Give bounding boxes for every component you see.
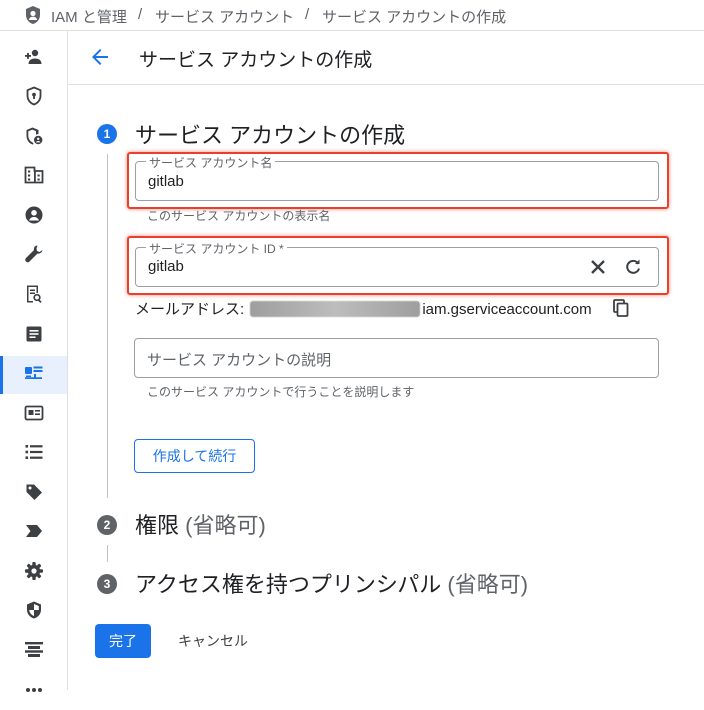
email-label: メールアドレス: [135, 301, 245, 318]
email-domain: iam.gserviceaccount.com [422, 301, 592, 318]
wrench-icon [24, 244, 44, 269]
shield-lock-icon [25, 86, 43, 111]
tag-icon [25, 483, 43, 506]
step-1-number: 1 [97, 124, 117, 144]
step-connector [107, 545, 108, 562]
step-3-optional: (省略可) [447, 572, 529, 597]
sidebar-item-list[interactable] [0, 435, 67, 473]
breadcrumb-product[interactable]: IAM と管理 [51, 6, 127, 27]
step-connector [107, 154, 108, 498]
sidebar-item-wrench[interactable] [0, 237, 67, 275]
sidebar-item-person-add[interactable] [0, 40, 67, 78]
step-2-title-text: 権限 [135, 513, 180, 538]
service-account-id-label: サービス アカウント ID * [146, 240, 287, 257]
sidebar-item-settings[interactable] [0, 554, 67, 592]
breadcrumb-separator: / [305, 6, 310, 23]
label-arrow-icon [25, 523, 43, 544]
sidebar-item-shield-person[interactable] [0, 119, 67, 157]
receipt-search-icon [25, 284, 43, 309]
step-2-optional: (省略可) [185, 513, 266, 538]
sidebar-item-more[interactable] [0, 672, 67, 710]
service-account-description-hint: このサービス アカウントで行うことを説明します [147, 385, 415, 399]
redacted-project-id [250, 301, 421, 317]
breadcrumb-separator: / [138, 6, 143, 23]
back-arrow-icon[interactable] [88, 45, 112, 69]
account-circle-icon [24, 205, 44, 230]
copy-icon[interactable] [609, 296, 633, 320]
service-account-name-value[interactable]: gitlab [148, 173, 184, 190]
step-3-number: 3 [97, 574, 117, 594]
domain-icon [24, 166, 44, 189]
refresh-icon[interactable] [621, 255, 645, 279]
sidebar-item-id-card[interactable] [0, 396, 67, 434]
shield-person-icon [24, 126, 44, 151]
sidebar-item-labels[interactable] [0, 514, 67, 552]
create-and-continue-button[interactable]: 作成して続行 [134, 439, 255, 473]
sidebar-item-table[interactable] [0, 633, 67, 671]
sidebar-item-tags[interactable] [0, 475, 67, 513]
step-3-title[interactable]: アクセス権を持つプリンシパル (省略可) [135, 567, 528, 599]
step-3-title-text: アクセス権を持つプリンシパル [135, 572, 442, 597]
sidebar-item-security[interactable] [0, 593, 67, 631]
step-1-title: サービス アカウントの作成 [135, 123, 406, 148]
sidebar-item-domain[interactable] [0, 158, 67, 196]
sidebar-item-account[interactable] [0, 198, 67, 236]
sidebar-item-document[interactable] [0, 317, 67, 355]
service-account-id-value[interactable]: gitlab [148, 258, 184, 275]
table-rows-icon [24, 641, 44, 664]
service-account-id-field[interactable]: サービス アカウント ID * gitlab [135, 240, 659, 287]
clear-icon[interactable] [586, 255, 610, 279]
person-add-icon [24, 47, 44, 72]
id-card-icon [24, 405, 44, 426]
service-account-name-field[interactable]: サービス アカウント名 gitlab [135, 154, 659, 201]
more-icon [25, 682, 43, 700]
breadcrumb-current: サービス アカウントの作成 [322, 9, 507, 26]
email-row: メールアドレス: iam.gserviceaccount.com [135, 298, 592, 319]
service-account-description-field[interactable]: サービス アカウントの説明 [134, 338, 659, 378]
sidebar-item-service-accounts[interactable] [0, 356, 67, 394]
page-header: サービス アカウントの作成 [68, 31, 704, 85]
step-2-title[interactable]: 権限 (省略可) [135, 508, 266, 540]
breadcrumb: IAM と管理 / サービス アカウント / サービス アカウントの作成 [0, 0, 704, 31]
sidebar [0, 31, 68, 692]
done-button[interactable]: 完了 [95, 624, 151, 658]
security-shield-icon [25, 600, 43, 625]
step-2-number: 2 [97, 515, 117, 535]
settings-gear-icon [24, 561, 44, 586]
service-account-name-label: サービス アカウント名 [146, 154, 276, 171]
sidebar-item-receipt-search[interactable] [0, 277, 67, 315]
document-icon [25, 325, 43, 348]
breadcrumb-service-accounts[interactable]: サービス アカウント [155, 6, 294, 27]
cancel-button[interactable]: キャンセル [163, 624, 263, 658]
service-account-description-placeholder[interactable]: サービス アカウントの説明 [147, 349, 331, 370]
list-icon [25, 444, 43, 465]
service-account-icon [24, 364, 44, 387]
service-account-name-hint: このサービス アカウントの表示名 [147, 209, 331, 223]
iam-shield-icon [24, 5, 42, 30]
page-title: サービス アカウントの作成 [139, 50, 373, 71]
sidebar-item-shield-lock[interactable] [0, 79, 67, 117]
